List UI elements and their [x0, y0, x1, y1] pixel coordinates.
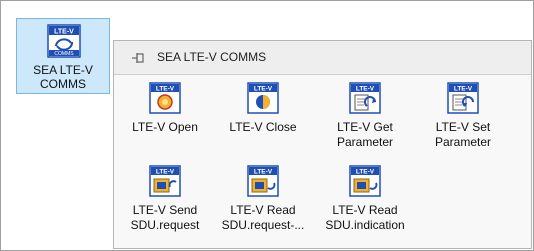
svg-text:LTE-V: LTE-V: [356, 169, 375, 176]
palette-item-lte-v-send-sdu-request[interactable]: LTE-V LTE-V Send SDU.request: [120, 165, 210, 233]
palette-item-lte-v-read-sdu-indication[interactable]: LTE-V LTE-V Read SDU.indication: [320, 165, 410, 233]
subpalette-window: SEA LTE-V COMMS LTE-V LTE-V Open LTE-V L…: [113, 40, 532, 249]
lte-v-get-parameter-icon: LTE-V: [349, 82, 381, 114]
svg-text:LTE-V: LTE-V: [454, 86, 473, 93]
palette-item-lte-v-close[interactable]: LTE-V LTE-V Close: [218, 82, 308, 135]
lte-v-send-sdu-icon: LTE-V: [149, 165, 181, 197]
palette-item-lte-v-open[interactable]: LTE-V LTE-V Open: [120, 82, 210, 135]
palette-item-sea-lte-v-comms[interactable]: LTE-V COMMS SEA LTE-V COMMS: [16, 18, 110, 94]
item-label: LTE-V Send SDU.request: [130, 203, 200, 232]
svg-text:LTE-V: LTE-V: [254, 86, 273, 93]
pin-icon[interactable]: [131, 52, 145, 64]
item-label: LTE-V Close: [229, 120, 297, 134]
lte-v-comms-icon: LTE-V COMMS: [47, 24, 81, 58]
subpalette-titlebar[interactable]: SEA LTE-V COMMS: [114, 41, 531, 75]
item-label: LTE-V Read SDU.indication: [325, 203, 405, 232]
svg-text:LTE-V: LTE-V: [156, 169, 175, 176]
svg-text:LTE-V: LTE-V: [54, 29, 74, 36]
lte-v-close-icon: LTE-V: [247, 82, 279, 114]
item-label: LTE-V Get Parameter: [336, 120, 394, 149]
svg-text:COMMS: COMMS: [54, 51, 74, 57]
item-label: LTE-V Read SDU.request-...: [221, 203, 305, 232]
lte-v-open-icon: LTE-V: [149, 82, 181, 114]
palette-item-lte-v-get-parameter[interactable]: LTE-V LTE-V Get Parameter: [320, 82, 410, 150]
lte-v-set-parameter-icon: LTE-V: [447, 82, 479, 114]
palette-item-label: SEA LTE-V COMMS: [33, 63, 93, 91]
palette-item-lte-v-set-parameter[interactable]: LTE-V LTE-V Set Parameter: [418, 82, 508, 150]
palette-item-lte-v-read-sdu-request[interactable]: LTE-V LTE-V Read SDU.request-...: [218, 165, 308, 233]
svg-text:LTE-V: LTE-V: [156, 86, 175, 93]
svg-text:LTE-V: LTE-V: [356, 86, 375, 93]
svg-text:LTE-V: LTE-V: [254, 169, 273, 176]
lte-v-read-sdu-request-icon: LTE-V: [247, 165, 279, 197]
item-label: LTE-V Set Parameter: [434, 120, 492, 149]
lte-v-read-sdu-indication-icon: LTE-V: [349, 165, 381, 197]
item-label: LTE-V Open: [132, 120, 198, 134]
subpalette-title: SEA LTE-V COMMS: [157, 50, 267, 64]
